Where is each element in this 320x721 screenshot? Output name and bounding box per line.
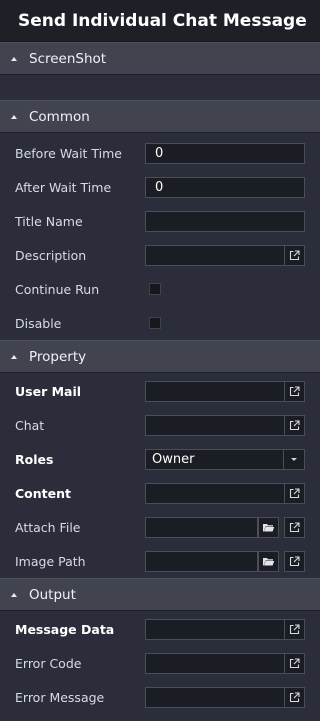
- property-row-message-data: Message Data: [0, 612, 320, 646]
- section-label: Output: [29, 586, 76, 603]
- external-link-icon[interactable]: [284, 380, 305, 402]
- external-link-icon[interactable]: [284, 482, 305, 504]
- folder-open-icon[interactable]: [258, 550, 279, 572]
- section-label: ScreenShot: [29, 50, 107, 67]
- field-label: Message Data: [15, 621, 115, 637]
- section-header-property[interactable]: Property: [0, 340, 320, 373]
- external-link-icon[interactable]: [284, 686, 305, 708]
- property-row-title-name: Title Name: [0, 204, 320, 238]
- section-header-screenshot[interactable]: ScreenShot: [0, 42, 320, 75]
- property-row-after-wait-time: After Wait Time 0: [0, 170, 320, 204]
- property-row-description: Description: [0, 238, 320, 272]
- section-label: Common: [29, 108, 90, 125]
- image-path-input[interactable]: [145, 550, 258, 572]
- property-row-content: Content: [0, 476, 320, 510]
- property-row-error-message: Error Message: [0, 680, 320, 714]
- section-header-common[interactable]: Common: [0, 100, 320, 133]
- chevron-down-icon[interactable]: [283, 449, 304, 469]
- field-label: After Wait Time: [15, 179, 112, 195]
- chat-input[interactable]: [145, 414, 284, 436]
- panel-title: Send Individual Chat Message: [0, 0, 320, 42]
- before-wait-time-input[interactable]: 0: [145, 142, 305, 164]
- external-link-icon[interactable]: [284, 618, 305, 640]
- property-row-continue-run: Continue Run: [0, 272, 320, 306]
- collapse-arrow-icon[interactable]: [11, 56, 17, 61]
- after-wait-time-input[interactable]: 0: [145, 176, 305, 198]
- external-link-icon[interactable]: [284, 550, 305, 572]
- field-label: Roles: [15, 451, 54, 467]
- field-label: Image Path: [15, 553, 86, 569]
- property-row-image-path: Image Path: [0, 544, 320, 578]
- field-label: Before Wait Time: [15, 145, 123, 161]
- collapse-arrow-icon[interactable]: [11, 592, 17, 597]
- external-link-icon[interactable]: [284, 652, 305, 674]
- field-label: Continue Run: [15, 281, 100, 297]
- property-row-user-mail: User Mail: [0, 374, 320, 408]
- field-label: Content: [15, 485, 71, 501]
- field-label: Chat: [15, 417, 45, 433]
- section-spacer: [0, 75, 320, 100]
- field-label: Error Message: [15, 689, 105, 705]
- folder-open-icon[interactable]: [258, 516, 279, 538]
- title-name-input[interactable]: [145, 210, 305, 232]
- roles-selected-value: Owner: [152, 451, 195, 467]
- field-label: Error Code: [15, 655, 82, 671]
- content-input[interactable]: [145, 482, 284, 504]
- collapse-arrow-icon[interactable]: [11, 354, 17, 359]
- section-header-output[interactable]: Output: [0, 578, 320, 611]
- message-data-input[interactable]: [145, 618, 284, 640]
- disable-checkbox[interactable]: [149, 317, 161, 329]
- property-row-roles: Roles Owner: [0, 442, 320, 476]
- field-label: User Mail: [15, 383, 82, 399]
- error-code-input[interactable]: [145, 652, 284, 674]
- roles-select[interactable]: Owner: [145, 448, 305, 470]
- property-row-attach-file: Attach File: [0, 510, 320, 544]
- attach-file-input[interactable]: [145, 516, 258, 538]
- error-message-input[interactable]: [145, 686, 284, 708]
- field-label: Description: [15, 247, 87, 263]
- property-row-error-code: Error Code: [0, 646, 320, 680]
- description-input[interactable]: [145, 244, 284, 266]
- external-link-icon[interactable]: [284, 414, 305, 436]
- external-link-icon[interactable]: [284, 244, 305, 266]
- property-row-chat: Chat: [0, 408, 320, 442]
- property-row-disable: Disable: [0, 306, 320, 340]
- collapse-arrow-icon[interactable]: [11, 114, 17, 119]
- field-label: Disable: [15, 315, 62, 331]
- external-link-icon[interactable]: [284, 516, 305, 538]
- section-label: Property: [29, 348, 87, 365]
- field-label: Title Name: [15, 213, 83, 229]
- property-row-before-wait-time: Before Wait Time 0: [0, 136, 320, 170]
- continue-run-checkbox[interactable]: [149, 283, 161, 295]
- field-label: Attach File: [15, 519, 81, 535]
- user-mail-input[interactable]: [145, 380, 284, 402]
